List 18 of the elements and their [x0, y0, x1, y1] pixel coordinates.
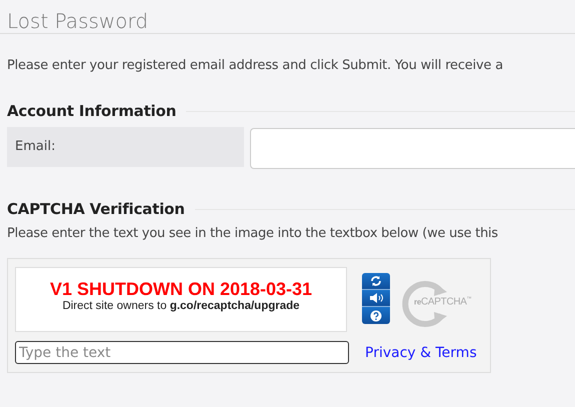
captcha-instructions: Please enter the text you see in the image into the textbox below (we use this	[7, 226, 499, 241]
refresh-icon	[370, 275, 382, 287]
email-label: Email:	[7, 127, 244, 167]
intro-text: Please enter your registered email address and click Submit. You will receive a	[7, 58, 504, 73]
page-title: Lost Password	[0, 0, 575, 34]
captcha-input[interactable]: Type the text	[15, 341, 349, 364]
refresh-button[interactable]	[362, 273, 390, 290]
help-icon	[370, 310, 382, 322]
section-heading: Account Information	[7, 102, 176, 120]
recaptcha-logo-text: reCAPTCHA$^{™}$	[414, 296, 472, 308]
help-button[interactable]	[362, 307, 390, 324]
email-field[interactable]	[250, 128, 575, 169]
speaker-icon	[369, 292, 383, 304]
captcha-notice-title: V1 SHUTDOWN ON 2018-03-31	[48, 279, 314, 299]
audio-button[interactable]	[362, 290, 390, 307]
privacy-terms-link[interactable]: Privacy & Terms	[365, 344, 477, 360]
section-heading: CAPTCHA Verification	[7, 200, 185, 218]
captcha-notice-text: Direct site owners to g.co/recaptcha/upgrade	[61, 299, 301, 313]
